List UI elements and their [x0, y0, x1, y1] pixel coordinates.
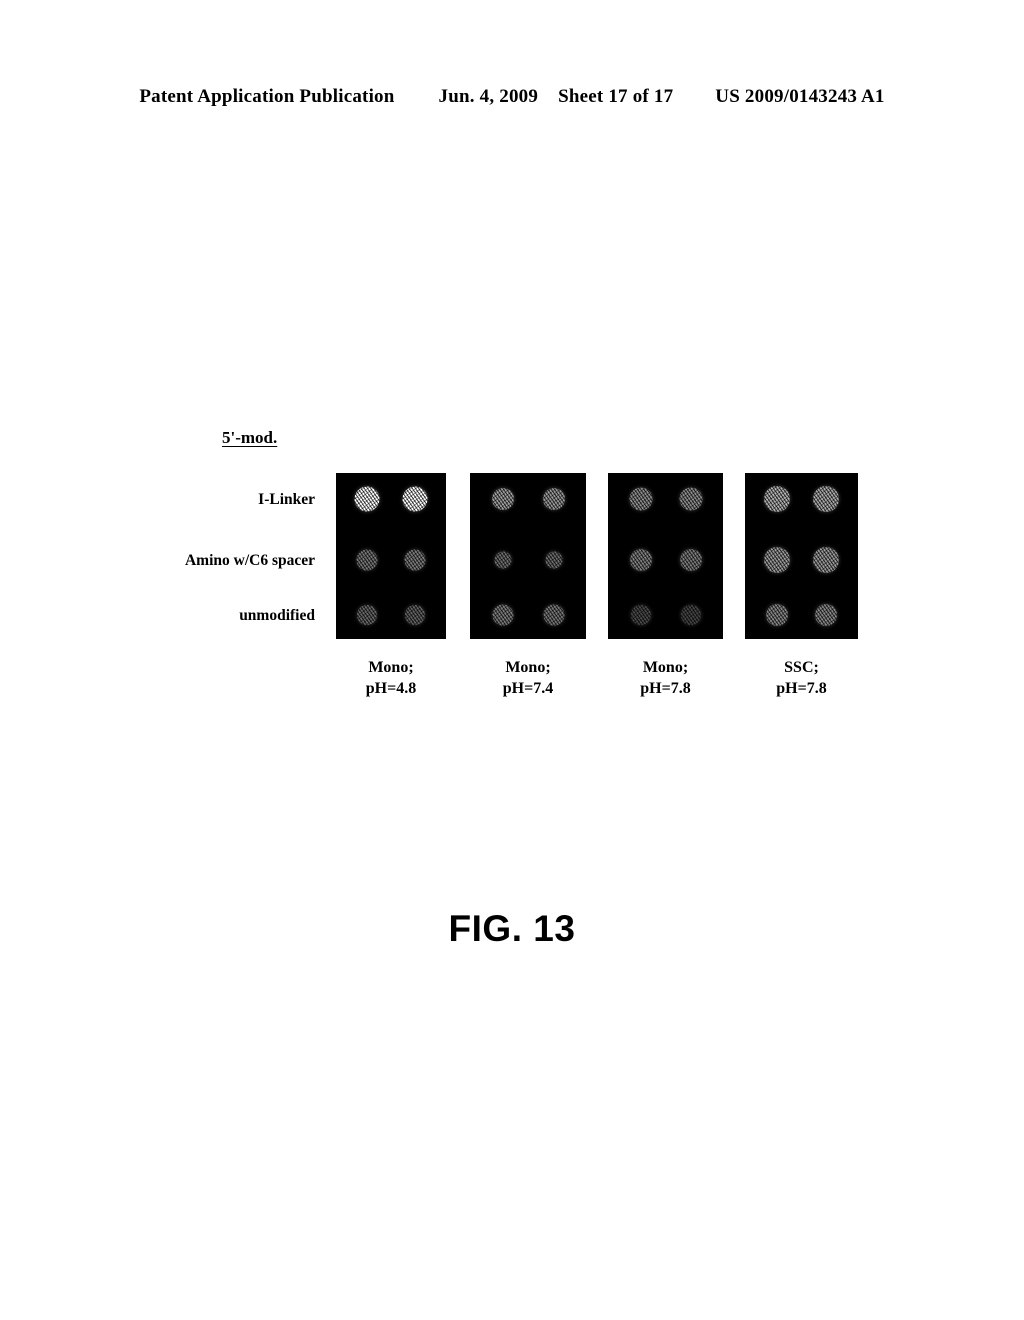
axis-title-5prime-mod: 5'-mod.	[222, 428, 278, 447]
array-spot	[679, 487, 703, 511]
array-spot	[542, 487, 565, 510]
column-label-line2: pH=7.8	[640, 680, 691, 697]
array-spot	[492, 487, 515, 510]
column-label-line1: SSC;	[784, 659, 819, 676]
array-spot	[766, 603, 789, 626]
array-spot	[680, 604, 701, 625]
array-spot	[494, 551, 512, 569]
figure-13: 5'-mod. I-Linker Amino w/C6 spacer unmod…	[0, 0, 1024, 1320]
column-label-line2: pH=7.8	[776, 680, 827, 697]
column-label-line2: pH=7.4	[502, 680, 554, 697]
array-spot	[357, 604, 378, 625]
microarray-panel-mono-ph-4-8	[336, 473, 446, 639]
column-label-mono-ph-4-8: Mono; pH=4.8	[336, 657, 446, 699]
array-spot	[629, 549, 652, 572]
column-label-line1: Mono;	[368, 659, 414, 676]
array-spot	[402, 486, 428, 512]
column-label-line1: Mono;	[505, 659, 551, 676]
array-spot	[492, 604, 514, 626]
array-spot	[354, 486, 380, 512]
column-label-ssc-ph-7-8: SSC; pH=7.8	[745, 657, 858, 699]
array-spot	[405, 604, 426, 625]
array-spot	[764, 547, 791, 574]
column-label-mono-ph-7-4: Mono; pH=7.4	[470, 657, 586, 699]
column-label-line1: Mono;	[642, 659, 689, 676]
array-spot	[813, 485, 840, 512]
figure-caption: FIG. 13	[448, 908, 576, 949]
array-spot	[764, 485, 791, 512]
microarray-panel-mono-ph-7-8	[608, 473, 723, 639]
array-spot	[630, 604, 651, 625]
array-spot	[545, 551, 563, 569]
row-label-amino-c6-spacer: Amino w/C6 spacer	[184, 552, 315, 569]
array-spot	[679, 549, 702, 572]
array-spot	[543, 604, 565, 626]
row-label-unmodified: unmodified	[239, 607, 315, 624]
array-spot	[813, 547, 840, 574]
microarray-panel-mono-ph-7-4	[470, 473, 586, 639]
column-label-mono-ph-7-8: Mono; pH=7.8	[608, 657, 723, 699]
array-spot	[815, 603, 838, 626]
column-label-line2: pH=4.8	[365, 680, 417, 697]
array-spot	[356, 549, 378, 571]
array-spot	[629, 487, 653, 511]
microarray-panel-ssc-ph-7-8	[745, 473, 858, 639]
array-spot	[404, 549, 426, 571]
row-label-i-linker: I-Linker	[258, 491, 315, 508]
